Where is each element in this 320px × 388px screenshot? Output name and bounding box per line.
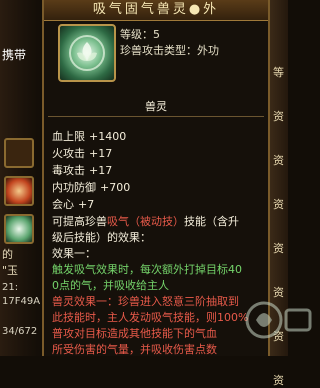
- stat-value: +7: [78, 198, 95, 211]
- left-side-panel: 携带 的 "玉 21: 17F49A 34/672: [0, 0, 44, 356]
- desc-line2: 级后技能）的效果：: [52, 231, 151, 244]
- stat-row: 火攻击 +17: [52, 145, 112, 161]
- tooltip-title-bar: 吸气固气兽灵●外: [44, 0, 268, 21]
- right-char-0: 等: [273, 66, 284, 79]
- stat-row: 血上限 +1400: [52, 128, 126, 144]
- stat-row: 会心 +7: [52, 196, 94, 212]
- effect-title: 效果一：: [52, 247, 96, 260]
- effect-red-line: 珍兽进入怒意三阶抽取到: [118, 295, 239, 308]
- right-char-3: 资: [273, 198, 284, 211]
- right-char-1: 资: [273, 110, 284, 123]
- watermark-logo: [245, 301, 312, 339]
- right-char-7: 资: [273, 374, 284, 387]
- coord-line-1: 21:: [2, 282, 19, 293]
- right-char-4: 资: [273, 242, 284, 255]
- level-text: 等级：5: [120, 28, 160, 41]
- stat-name: 火攻击: [52, 147, 85, 160]
- item-tooltip: 吸气固气兽灵●外 等级：5 珍兽攻击类型：外功 兽灵 血上限 +1400 火攻击 +…: [42, 0, 312, 358]
- stat-value: +17: [89, 147, 113, 160]
- effect-red-line: 普攻对目标造成其他技能下的气血: [52, 327, 217, 340]
- stat-name: 毒攻击: [52, 164, 85, 177]
- stat-name: 会心: [52, 198, 74, 211]
- carry-label: 携带: [2, 48, 27, 62]
- coord-line-3: 34/672: [2, 326, 38, 337]
- effect-red-title: 兽灵效果一：: [52, 295, 118, 308]
- effect-green-line: 0点的气，并吸收给主人: [52, 279, 169, 292]
- stat-value: +700: [100, 181, 131, 194]
- desc-line1-a: 可提高珍兽: [52, 215, 107, 228]
- skill-description: 可提高珍兽吸气（被动技）技能（含升 级后技能）的效果： 效果一： 触发吸气效果时…: [52, 214, 262, 358]
- stat-name: 内功防御: [52, 181, 96, 194]
- fire-skill-icon[interactable]: [4, 176, 34, 206]
- coord-line-2: 17F49A: [2, 296, 41, 307]
- desc-line1-b: 吸气（被动技）: [107, 215, 184, 228]
- divider: [48, 116, 264, 117]
- skill-slot-1[interactable]: [4, 138, 34, 168]
- pet-spirit-item-icon: [58, 24, 116, 82]
- effect-green-line: 触发吸气效果时，每次额外打掉目标40: [52, 263, 242, 276]
- effect-red-line: 此技能时，主人发动吸气技能，则100%: [52, 311, 249, 324]
- stat-name: 血上限: [52, 130, 85, 143]
- quote-label: "玉: [2, 264, 19, 277]
- stat-row: 内功防御 +700: [52, 179, 130, 195]
- desc-line1-c: 技能（含升: [184, 215, 239, 228]
- stat-value: +17: [89, 164, 113, 177]
- stat-row: 毒攻击 +17: [52, 162, 112, 178]
- char-label: 的: [2, 248, 13, 261]
- attack-type-text: 珍兽攻击类型：外功: [120, 44, 219, 57]
- right-char-2: 资: [273, 154, 284, 167]
- stat-value: +1400: [89, 130, 127, 143]
- tooltip-title: 吸气固气兽灵●外: [92, 2, 220, 17]
- pet-spirit-icon[interactable]: [4, 214, 34, 244]
- section-title: 兽灵: [145, 100, 167, 113]
